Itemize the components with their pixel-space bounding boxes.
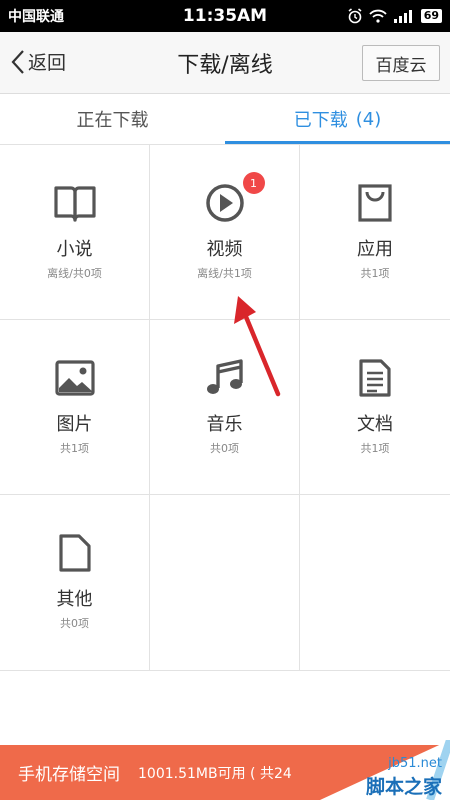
- storage-label: 手机存储空间: [18, 765, 120, 785]
- play-icon: 1: [203, 172, 265, 225]
- file-icon: [53, 531, 97, 575]
- app-header: 返回 下载/离线 百度云: [0, 32, 450, 94]
- category-name: 应用: [357, 239, 393, 260]
- category-count: 共1项: [60, 442, 89, 455]
- watermark-url: jb51.net: [388, 756, 442, 771]
- category-count: 离线/共1项: [197, 267, 252, 280]
- new-item-badge: 1: [242, 172, 265, 194]
- signal-icon: [393, 10, 412, 23]
- category-count: 共0项: [60, 617, 89, 630]
- category-name: 音乐: [206, 414, 243, 435]
- tab-downloading-label: 正在下载: [76, 110, 149, 131]
- tab-downloaded-label: 已下载: [293, 110, 348, 131]
- category-documents[interactable]: 文档 共1项: [300, 320, 450, 495]
- storage-info: 1001.51MB可用 ( 共24: [138, 765, 292, 782]
- shopping-bag-icon: [353, 181, 397, 225]
- empty-cell: [300, 495, 450, 671]
- alarm-icon: [348, 8, 362, 24]
- category-novel[interactable]: 小说 离线/共0项: [0, 145, 150, 320]
- book-icon: [53, 181, 97, 225]
- category-other[interactable]: 其他 共0项: [0, 495, 150, 671]
- annotation-arrow-icon: [234, 296, 281, 397]
- status-bar: 中国联通 11:35AM 69: [0, 0, 450, 32]
- tab-downloading[interactable]: 正在下载: [0, 94, 225, 144]
- tab-downloaded[interactable]: 已下载 (4): [225, 94, 450, 144]
- category-name: 小说: [56, 239, 93, 260]
- tab-downloaded-count: (4): [355, 108, 382, 130]
- category-grid: 小说 离线/共0项 1 视频 离线/共1项 应用 共1项 图片 共1项 音乐 共…: [0, 144, 450, 671]
- category-name: 视频: [206, 239, 243, 260]
- carrier-name: 中国联通: [8, 9, 64, 25]
- download-tabs: 正在下载 已下载 (4): [0, 94, 450, 144]
- image-icon: [53, 356, 97, 400]
- watermark-text: 脚本之家: [365, 776, 442, 798]
- document-icon: [353, 356, 397, 400]
- baidu-cloud-button[interactable]: 百度云: [362, 45, 440, 81]
- category-count: 共0项: [210, 442, 239, 455]
- category-count: 共1项: [360, 442, 390, 455]
- category-images[interactable]: 图片 共1项: [0, 320, 150, 495]
- category-apps[interactable]: 应用 共1项: [300, 145, 450, 320]
- category-count: 共1项: [360, 267, 390, 280]
- wifi-icon: [369, 9, 387, 23]
- battery-level: 69: [420, 9, 442, 23]
- category-name: 文档: [357, 414, 393, 435]
- system-icons: 69: [347, 8, 442, 24]
- category-count: 离线/共0项: [47, 267, 102, 280]
- category-name: 图片: [56, 414, 93, 435]
- category-name: 其他: [56, 589, 93, 610]
- empty-cell: [150, 495, 300, 671]
